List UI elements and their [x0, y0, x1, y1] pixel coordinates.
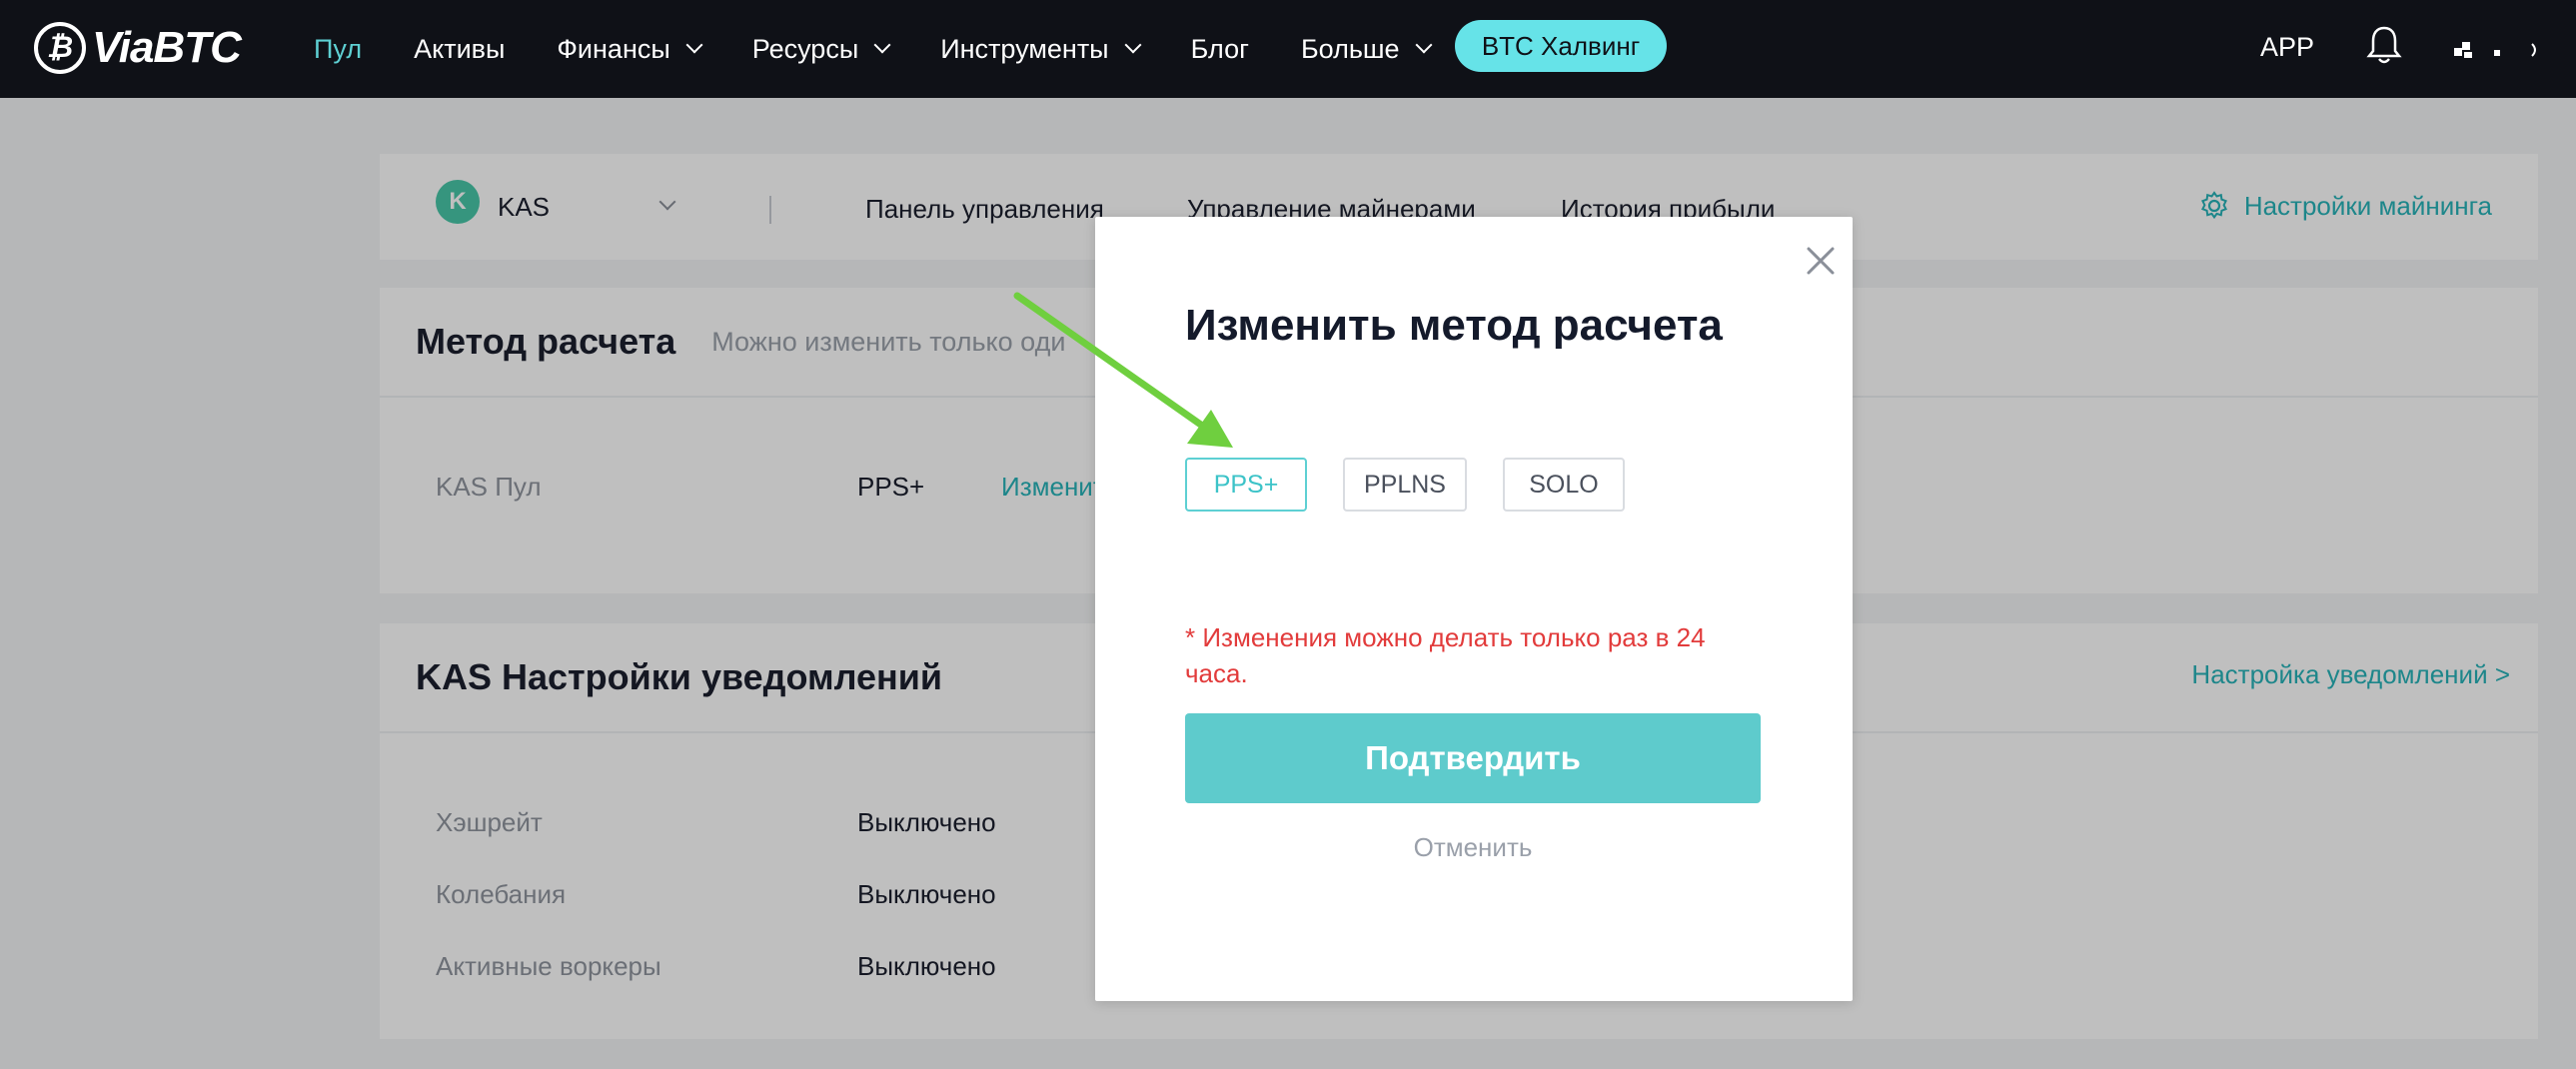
confirm-button[interactable]: Подтвердить: [1185, 713, 1761, 803]
nav-item-resources[interactable]: Ресурсы: [751, 33, 891, 65]
btc-halving-button[interactable]: BTC Халвинг: [1455, 20, 1667, 72]
option-solo[interactable]: SOLO: [1503, 458, 1625, 512]
user-avatar-icon[interactable]: [2452, 40, 2552, 60]
option-pplns[interactable]: PPLNS: [1343, 458, 1467, 512]
nav-menu: Пул Активы Финансы Ресурсы Инструменты Б…: [314, 0, 1482, 98]
nav-item-label: Пул: [314, 33, 363, 64]
option-pps-plus[interactable]: PPS+: [1185, 458, 1307, 512]
bell-icon[interactable]: [2366, 24, 2402, 66]
nav-item-more[interactable]: Больше: [1300, 33, 1433, 65]
chevron-down-icon: [873, 36, 891, 54]
change-payment-method-dialog: Изменить метод расчета PPS+ PPLNS SOLO *…: [1095, 217, 1853, 1001]
nav-item-label: Инструменты: [940, 33, 1109, 64]
dialog-title: Изменить метод расчета: [1185, 301, 1723, 350]
app-link[interactable]: APP: [2260, 32, 2314, 63]
chevron-down-icon: [685, 36, 703, 54]
chevron-down-icon: [1415, 36, 1433, 54]
cancel-button[interactable]: Отменить: [1185, 832, 1761, 863]
nav-item-label: Больше: [1300, 33, 1400, 64]
nav-item-label: Активы: [414, 33, 506, 64]
nav-item-label: Финансы: [557, 33, 670, 64]
nav-item-finance[interactable]: Финансы: [557, 33, 703, 65]
change-limit-notice: * Изменения можно делать только раз в 24…: [1185, 622, 1706, 688]
nav-item-label: Ресурсы: [751, 33, 859, 64]
nav-item-label: Блог: [1190, 33, 1249, 64]
logo-text: ViaBTC: [92, 23, 242, 72]
top-navbar: ₿ ViaBTC Пул Активы Финансы Ресурсы Инст…: [0, 0, 2576, 98]
close-icon[interactable]: [1797, 237, 1845, 285]
nav-item-tools[interactable]: Инструменты: [940, 33, 1142, 65]
nav-item-blog[interactable]: Блог: [1191, 34, 1249, 65]
bitcoin-logo-icon: ₿: [34, 22, 86, 74]
nav-item-assets[interactable]: Активы: [414, 34, 505, 65]
viabtc-logo[interactable]: ₿ ViaBTC: [34, 18, 242, 78]
chevron-down-icon: [1124, 36, 1142, 54]
nav-item-pool[interactable]: Пул: [314, 34, 362, 65]
